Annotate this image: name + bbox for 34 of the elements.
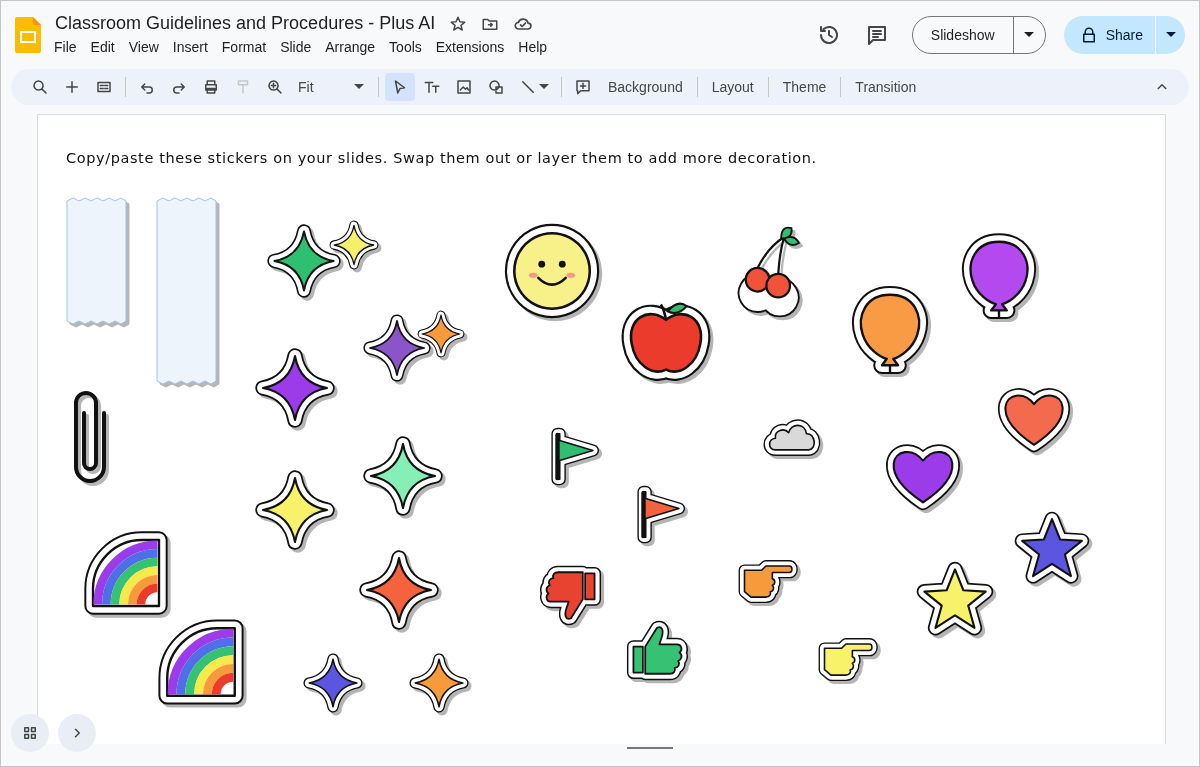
slide-text: Copy/paste these stickers on your slides. Swap them out or layer them to add more decoration. [66, 150, 817, 166]
menu-item[interactable]: Edit [84, 37, 121, 57]
zoom-icon [266, 78, 284, 96]
menu-item[interactable]: Help [512, 37, 554, 57]
line-icon [519, 78, 537, 96]
shapes-icon [487, 78, 505, 96]
slideshow-button[interactable]: Slideshow [912, 17, 1013, 53]
toolbar-action[interactable]: Transition [847, 75, 925, 99]
toolbar-action[interactable]: Theme [774, 75, 835, 99]
image-icon [455, 78, 473, 96]
menu-item[interactable]: Arrange [319, 37, 382, 57]
zoom-dropdown[interactable]: Fit [292, 73, 372, 101]
toolbar-action[interactable]: Background [600, 75, 691, 99]
search-icon [31, 78, 49, 96]
grid-icon [21, 724, 39, 742]
menu-item[interactable]: Insert [166, 37, 214, 57]
share-button[interactable]: Share [1063, 16, 1155, 54]
menu-item[interactable]: View [122, 37, 165, 57]
add-comment-icon [574, 78, 592, 96]
menu-item[interactable]: Tools [383, 37, 428, 57]
menu-item[interactable]: Slide [274, 37, 318, 57]
document-title[interactable]: Classroom Guidelines and Procedures - Plus AI [55, 13, 436, 34]
cursor-tool[interactable] [385, 73, 415, 101]
caret-icon [1165, 32, 1176, 38]
printer-icon [202, 78, 220, 96]
plus-icon [63, 78, 81, 96]
menu-item[interactable]: Extensions [429, 37, 511, 57]
caret-icon [539, 84, 549, 90]
toolbar-action[interactable]: Layout [703, 75, 762, 99]
menu-item[interactable]: Format [215, 37, 273, 57]
star-icon [449, 14, 468, 33]
caret-icon [354, 84, 364, 90]
caret-icon [1024, 32, 1035, 38]
menu-item[interactable]: File [48, 37, 83, 57]
